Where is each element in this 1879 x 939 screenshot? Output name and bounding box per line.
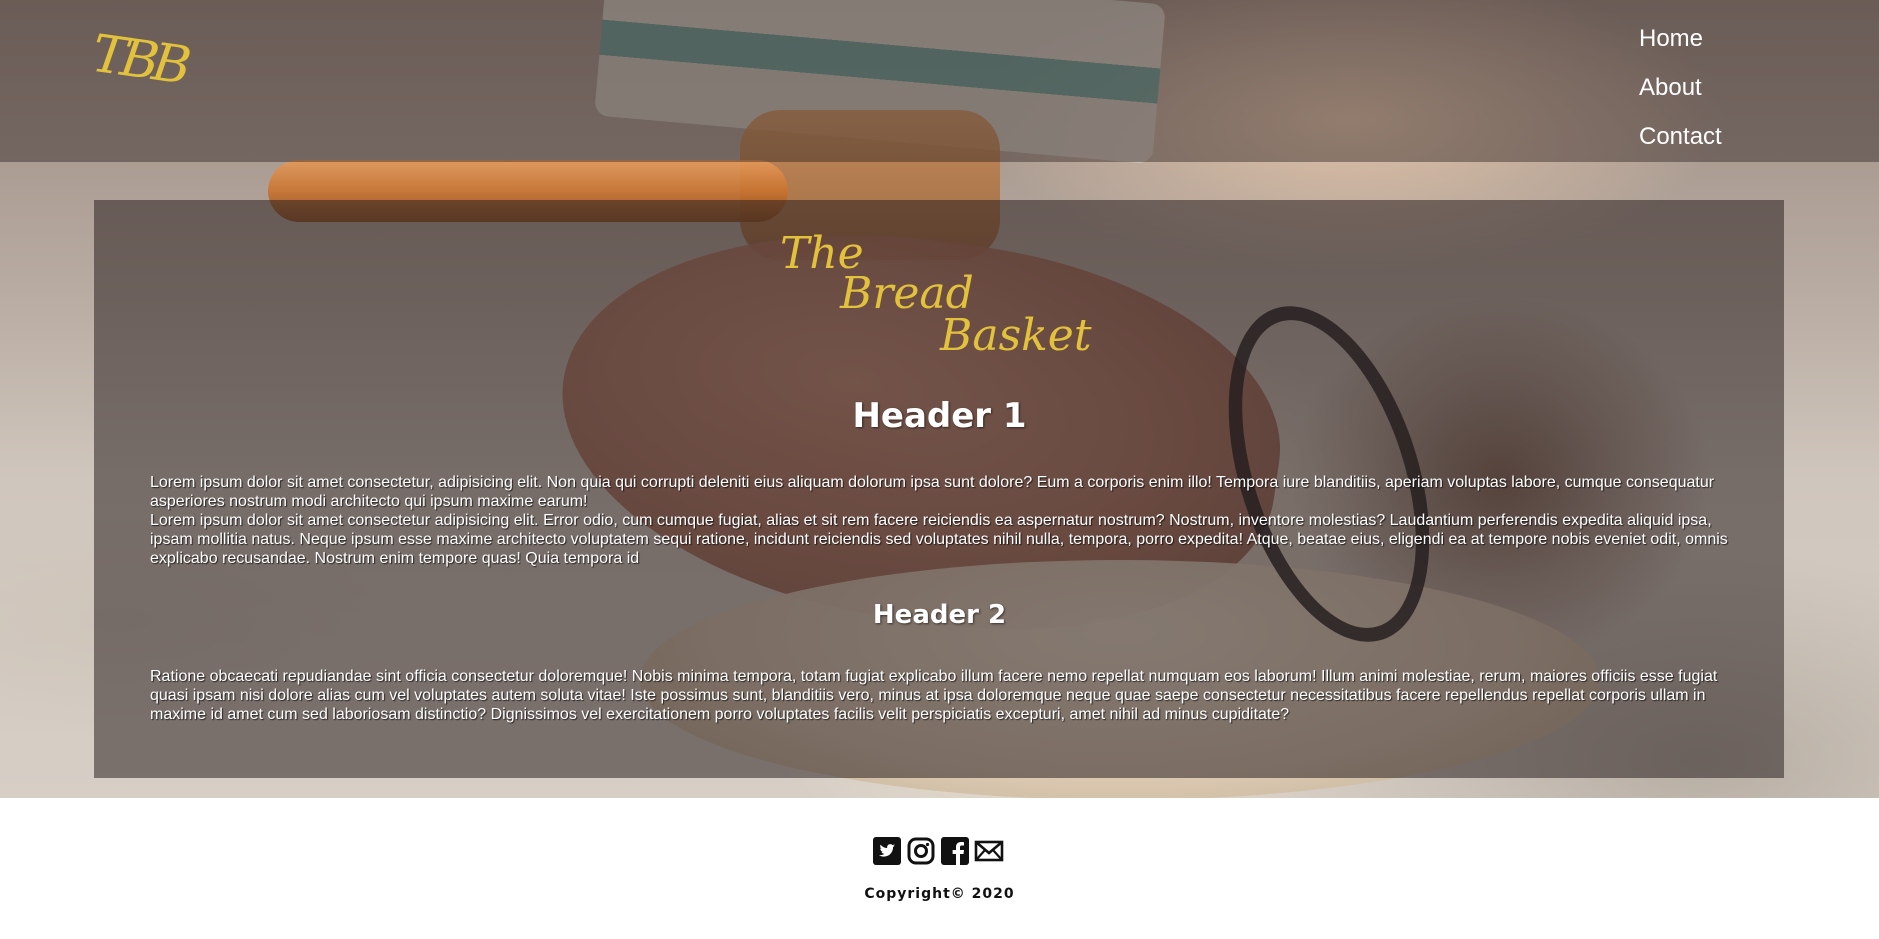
top-header [0, 0, 1879, 162]
paragraph-3: Ratione obcaecati repudiandae sint offic… [150, 668, 1718, 723]
site-logo[interactable]: TBB [88, 24, 189, 96]
brand-title: The Bread Basket [780, 228, 1100, 368]
main-nav: Home About Contact [1639, 22, 1722, 153]
footer: Copyright© 2020 [0, 798, 1879, 939]
hero-background: TBB Home About Contact The Bread Basket … [0, 0, 1879, 798]
paragraph-1: Lorem ipsum dolor sit amet consectetur, … [150, 474, 1715, 510]
facebook-icon[interactable] [940, 836, 970, 866]
header-1: Header 1 [852, 396, 1027, 436]
mail-icon[interactable] [974, 836, 1004, 866]
paragraph-2: Lorem ipsum dolor sit amet consectetur a… [150, 512, 1728, 567]
instagram-icon[interactable] [906, 836, 936, 866]
copyright-text: Copyright© 2020 [864, 886, 1015, 902]
brand-word-basket: Basket [940, 310, 1092, 361]
twitter-icon[interactable] [872, 836, 902, 866]
social-icons [872, 836, 1004, 866]
header-2: Header 2 [872, 600, 1007, 630]
nav-contact[interactable]: Contact [1639, 120, 1722, 153]
nav-about[interactable]: About [1639, 71, 1722, 104]
nav-home[interactable]: Home [1639, 22, 1722, 55]
